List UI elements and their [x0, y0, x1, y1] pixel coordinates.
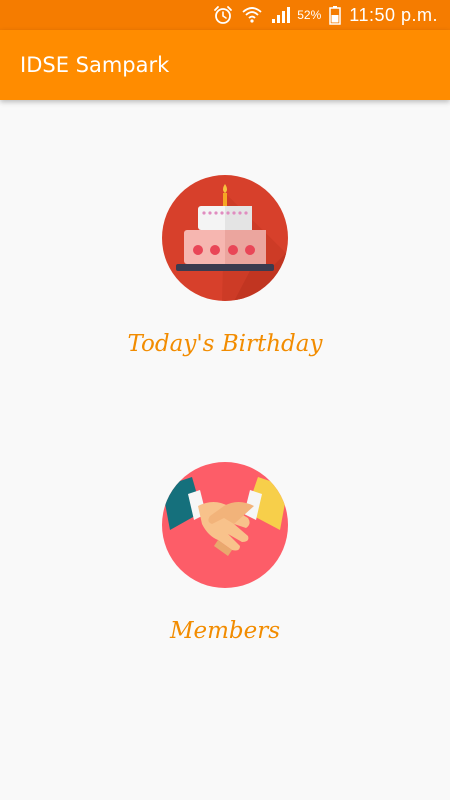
- battery-icon: [329, 5, 342, 25]
- status-bar: 52% 11:50 p.m.: [0, 0, 450, 30]
- todays-birthday-label: Today's Birthday: [127, 331, 323, 357]
- birthday-cake-icon[interactable]: [162, 175, 288, 301]
- members-button[interactable]: Members: [0, 462, 450, 644]
- handshake-icon[interactable]: [162, 462, 288, 588]
- members-label: Members: [169, 618, 281, 644]
- signal-icon: [271, 6, 291, 24]
- todays-birthday-button[interactable]: Today's Birthday: [0, 175, 450, 357]
- wifi-icon: [241, 5, 263, 25]
- app-title: IDSE Sampark: [20, 53, 170, 77]
- alarm-clock-icon: [213, 5, 233, 25]
- status-time: 11:50 p.m.: [349, 4, 438, 25]
- app-bar: IDSE Sampark: [0, 30, 450, 100]
- battery-percent: 52%: [297, 8, 322, 22]
